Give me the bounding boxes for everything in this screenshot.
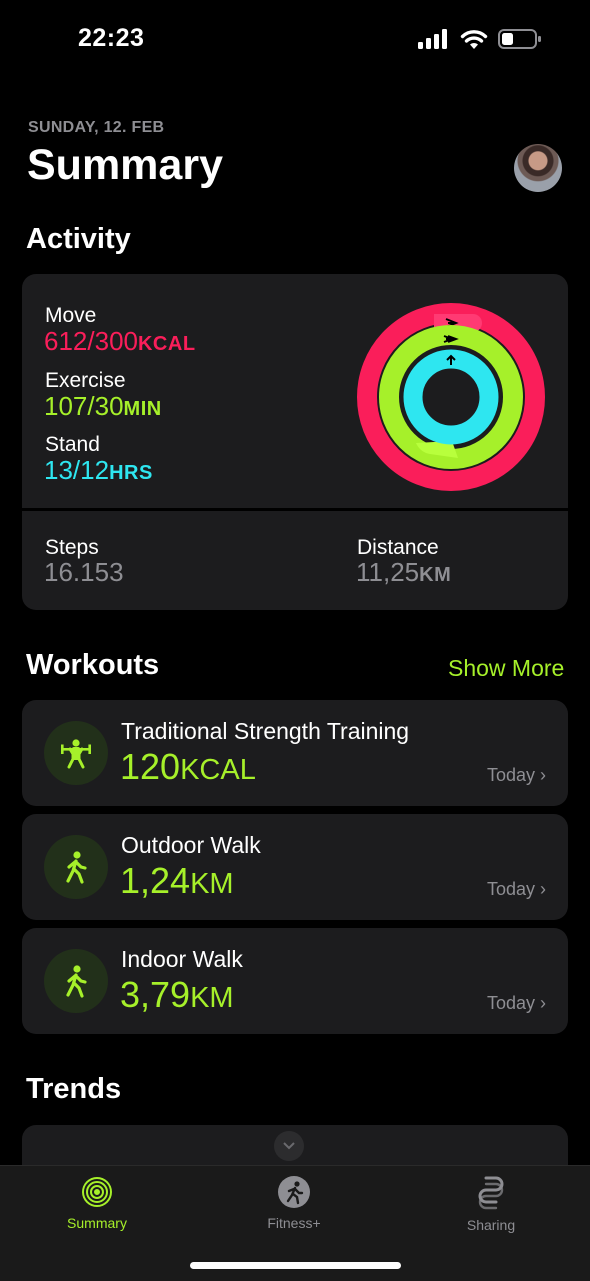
- home-indicator[interactable]: [190, 1262, 401, 1269]
- chevron-down-icon[interactable]: [274, 1131, 304, 1161]
- chevron-right-icon: ›: [540, 765, 546, 785]
- exercise-label: Exercise: [45, 369, 126, 392]
- distance-unit: KM: [419, 564, 452, 586]
- trends-section-title: Trends: [26, 1073, 122, 1105]
- activity-rings[interactable]: [356, 302, 546, 492]
- fitness-runner-icon: [278, 1176, 310, 1208]
- tab-label: Fitness+: [267, 1215, 321, 1231]
- cellular-signal-icon: [418, 29, 447, 49]
- move-label: Move: [45, 304, 97, 327]
- status-time: 22:23: [78, 24, 145, 52]
- avatar[interactable]: [514, 144, 562, 192]
- stand-value: 13/12HRS: [44, 455, 153, 485]
- workout-card-indoor-walk[interactable]: Indoor Walk 3,79KM Today ›: [22, 928, 568, 1034]
- tab-summary[interactable]: Summary: [37, 1175, 157, 1231]
- workout-name: Traditional Strength Training: [121, 718, 410, 744]
- stand-unit: HRS: [109, 462, 153, 484]
- stand-label: Stand: [45, 433, 100, 456]
- workout-card-strength[interactable]: Traditional Strength Training 120KCAL To…: [22, 700, 568, 806]
- activity-section-title: Activity: [26, 223, 131, 255]
- move-unit: KCAL: [137, 333, 196, 355]
- workout-name: Indoor Walk: [121, 946, 243, 972]
- workout-value: 120KCAL: [120, 746, 256, 787]
- workout-value: 3,79KM: [120, 974, 234, 1015]
- stand-ring: [403, 349, 499, 445]
- tab-label: Summary: [67, 1215, 127, 1231]
- show-more-link[interactable]: Show More: [448, 655, 564, 682]
- activity-divider: [22, 508, 568, 511]
- workout-card-outdoor-walk[interactable]: Outdoor Walk 1,24KM Today ›: [22, 814, 568, 920]
- walking-figure-icon: [44, 949, 108, 1013]
- wifi-icon: [460, 29, 488, 49]
- activity-rings-icon: [82, 1177, 112, 1207]
- tab-fitness-plus[interactable]: Fitness+: [234, 1175, 354, 1231]
- chevron-right-icon: ›: [540, 879, 546, 899]
- workouts-section-title: Workouts: [26, 649, 160, 681]
- tab-label: Sharing: [466, 1217, 516, 1233]
- workout-name: Outdoor Walk: [121, 832, 261, 858]
- chevron-right-icon: ›: [540, 993, 546, 1013]
- exercise-value: 107/30MIN: [44, 391, 162, 421]
- steps-value: 16.153: [44, 557, 124, 587]
- workout-value: 1,24KM: [120, 860, 234, 901]
- weightlifter-icon: [44, 721, 108, 785]
- exercise-unit: MIN: [123, 398, 162, 420]
- move-value: 612/300KCAL: [44, 326, 196, 356]
- walking-figure-icon: [44, 835, 108, 899]
- date-label: SUNDAY, 12. FEB: [28, 119, 165, 136]
- battery-icon: [498, 29, 541, 49]
- sharing-icon: [478, 1176, 504, 1210]
- workout-date: Today ›: [486, 765, 546, 785]
- workout-date: Today ›: [486, 993, 546, 1013]
- workout-date: Today ›: [486, 879, 546, 899]
- status-icons: [418, 28, 542, 50]
- distance-value: 11,25KM: [356, 557, 452, 587]
- tab-sharing[interactable]: Sharing: [431, 1175, 551, 1233]
- page-title: Summary: [27, 141, 223, 189]
